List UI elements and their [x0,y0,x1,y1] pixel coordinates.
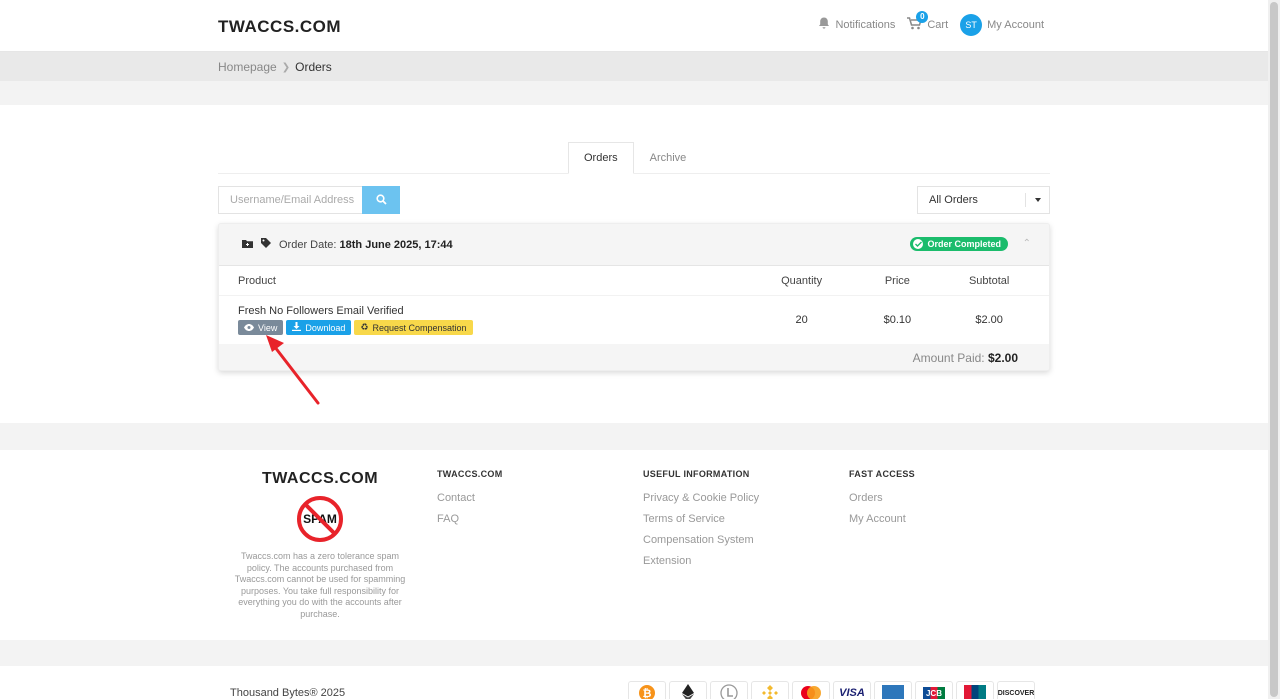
col-header-product: Product [238,274,276,287]
footer-col-info: USEFUL INFORMATION Privacy & Cookie Poli… [643,469,759,576]
mastercard-icon [792,681,830,699]
cart-icon: 0 [907,11,929,33]
order-tabs: Orders Archive [568,142,702,174]
footer-col-access-title: FAST ACCESS [849,469,915,479]
request-compensation-button[interactable]: ♻ Request Compensation [354,320,473,335]
breadcrumb-home[interactable]: Homepage [218,60,277,74]
annotation-arrow-icon [266,335,320,405]
order-filter-value: All Orders [929,194,978,206]
unionpay-icon [956,681,994,699]
footer-col-info-title: USEFUL INFORMATION [643,469,750,479]
col-header-subtotal: Subtotal [968,274,1010,287]
price-cell: $0.10 [883,314,912,326]
col-header-quantity: Quantity [781,274,823,287]
breadcrumb-bar: Homepage ❯ Orders [0,52,1268,81]
visa-icon: VISA [833,681,871,699]
ethereum-icon [669,681,707,699]
eye-icon [244,323,254,333]
copyright: Thousand Bytes® 2025 [230,687,346,699]
product-name: Fresh No Followers Email Verified [238,305,404,317]
check-icon [913,239,924,249]
tag-icon [261,238,271,251]
quantity-cell: 20 [795,314,808,326]
top-header: TWACCS.COM Notifications 0 Cart ST My Ac… [0,0,1268,52]
chevron-up-icon[interactable]: ⌃ [1023,238,1031,249]
binance-icon [751,681,789,699]
order-date-value: 18th June 2025, 17:44 [339,238,453,251]
bottom-bar: Thousand Bytes® 2025 ₿ VISA JCB DISCOVER [0,666,1268,699]
download-button[interactable]: Download [286,320,352,335]
search-button[interactable] [362,186,400,214]
litecoin-icon [710,681,748,699]
amount-paid: Amount Paid: $2.00 [219,344,1049,370]
footer-col-site-title: TWACCS.COM [437,469,503,479]
scrollbar-thumb[interactable] [1270,2,1278,697]
footer-brand: TWACCS.COM SPAM Twaccs.com has a zero to… [228,470,412,620]
breadcrumb-current: Orders [295,60,332,74]
account-label: My Account [987,19,1044,31]
discover-icon: DISCOVER [997,681,1035,699]
footer-link-faq[interactable]: FAQ [437,513,503,525]
bitcoin-icon: ₿ [628,681,666,699]
footer-col-access: FAST ACCESS Orders My Account [849,469,915,534]
amex-icon [874,681,912,699]
order-date: Order Date: 18th June 2025, 17:44 [279,239,453,251]
footer-col-site: TWACCS.COM Contact FAQ [437,469,503,534]
search-form [218,186,400,214]
footer-link-contact[interactable]: Contact [437,492,503,504]
recycle-icon: ♻ [360,322,369,332]
no-spam-icon: SPAM [297,496,343,542]
order-table-header: Product Quantity Price Subtotal [219,266,1049,296]
order-date-label: Order Date: [279,238,337,251]
scrollbar[interactable] [1268,0,1280,699]
svg-text:₿: ₿ [643,688,652,699]
chevron-right-icon: ❯ [281,61,291,73]
payment-methods: ₿ VISA JCB DISCOVER [628,681,1035,699]
order-card-header[interactable]: Order Date: 18th June 2025, 17:44 Order … [219,224,1049,266]
footer: TWACCS.COM SPAM Twaccs.com has a zero to… [0,450,1268,640]
compensation-label: Request Compensation [372,322,467,333]
tab-archive[interactable]: Archive [634,142,703,174]
folder-icon [242,239,253,251]
cart-link[interactable]: 0 Cart [907,11,949,33]
download-icon [292,322,302,333]
amount-paid-value: $2.00 [987,351,1018,365]
footer-link-privacy[interactable]: Privacy & Cookie Policy [643,492,759,504]
spam-policy-text: Twaccs.com has a zero tolerance spam pol… [234,551,406,619]
product-cell: Fresh No Followers Email Verified View D… [219,305,738,335]
download-label: Download [305,322,346,333]
footer-link-terms[interactable]: Terms of Service [643,513,759,525]
status-badge: Order Completed [910,237,1008,251]
order-filter-select[interactable]: All Orders [917,186,1050,214]
notifications-label: Notifications [835,19,896,31]
avatar: ST [960,14,983,36]
breadcrumb: Homepage ❯ Orders [218,60,332,74]
status-label: Order Completed [927,239,1001,249]
account-link[interactable]: ST My Account [960,14,1044,36]
product-actions: View Download ♻ Request Compensation [238,320,738,335]
order-card: Order Date: 18th June 2025, 17:44 Order … [218,223,1050,371]
table-row: Fresh No Followers Email Verified View D… [219,296,1049,344]
footer-link-compensation[interactable]: Compensation System [643,534,759,546]
site-logo[interactable]: TWACCS.COM [218,17,341,37]
cart-label: Cart [927,19,949,31]
jcb-icon: JCB [915,681,953,699]
amount-paid-label: Amount Paid: [912,351,985,365]
view-label: View [258,322,278,333]
notifications-link[interactable]: Notifications [818,17,895,33]
search-icon [375,193,387,208]
view-button[interactable]: View [238,320,284,335]
subtotal-cell: $2.00 [975,314,1003,326]
footer-logo: TWACCS.COM [261,470,379,487]
orders-section: Orders Archive All Orders Order Date: 18… [0,105,1268,423]
tab-orders[interactable]: Orders [568,142,634,174]
search-input[interactable] [218,186,362,214]
caret-down-icon [1025,193,1049,207]
footer-link-extension[interactable]: Extension [643,555,759,567]
top-nav: Notifications 0 Cart ST My Account [818,11,1044,36]
col-header-price: Price [884,274,910,287]
bell-icon [818,17,830,33]
footer-link-account[interactable]: My Account [849,513,915,525]
footer-link-orders[interactable]: Orders [849,492,915,504]
